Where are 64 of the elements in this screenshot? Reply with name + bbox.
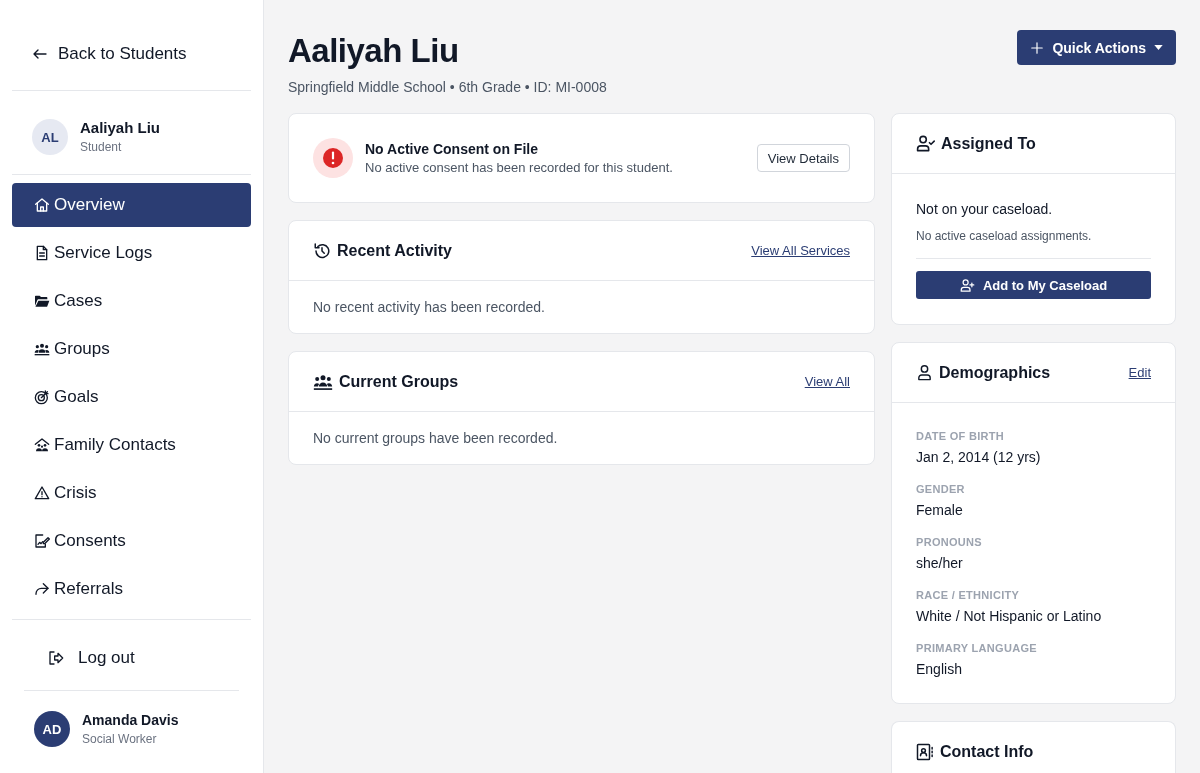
edit-link[interactable]: Edit [1128,364,1151,381]
empty-message: No current groups have been recorded. [313,430,558,446]
alert-message: No active consent has been recorded for this student. [365,158,673,177]
house-people-icon [34,437,50,453]
alert-icon [313,138,353,178]
card-title: Assigned To [941,133,1036,154]
nav-item[interactable]: Overview [12,183,251,227]
nav-item[interactable]: Service Logs [12,231,251,275]
user-avatar: AD [34,711,70,747]
back-link[interactable]: Back to Students [12,34,195,74]
contact-card-icon [916,742,934,761]
field-label: RACE / ETHNICITY [916,588,1020,602]
nav-item[interactable]: Groups [12,327,251,371]
field-value: Female [916,501,963,520]
view-all-link[interactable]: View All [804,373,850,390]
nav-item[interactable]: Goals [12,375,251,419]
warning-icon [34,485,50,501]
panel-title: Current Groups [339,371,459,392]
user-role: Social Worker [82,731,157,747]
user-icon [916,364,933,381]
nav-item[interactable]: Consents [12,519,251,563]
panel-title: Recent Activity [337,240,452,261]
page-subtitle: Springfield Middle School • 6th Grade • ID: MI-0008 [288,78,607,97]
nav-item[interactable]: Crisis [12,471,251,515]
field-label: PRONOUNS [916,535,982,549]
quick-actions-button[interactable]: Quick Actions [1017,30,1176,65]
logout-icon [48,650,64,666]
page-title: Aaliyah Liu [288,31,459,71]
logout-button[interactable]: Log out [36,636,145,680]
field-label: DATE OF BIRTH [916,429,1005,443]
field-label: GENDER [916,482,965,496]
caseload-note: No active caseload assignments. [916,228,1092,244]
view-details-button[interactable]: View Details [756,144,850,172]
user-check-icon [916,134,935,153]
people-icon [34,341,50,357]
document-icon [34,245,50,261]
home-icon [34,197,50,213]
field-value: Jan 2, 2014 (12 yrs) [916,448,1041,467]
field-value: White / Not Hispanic or Latino [916,607,1102,626]
user-plus-icon [959,277,975,293]
empty-message: No recent activity has been recorded. [313,299,545,315]
caseload-status: Not on your caseload. [916,200,1053,219]
student-avatar: AL [32,119,68,155]
add-to-caseload-button[interactable]: Add to My Caseload [916,271,1151,299]
view-all-link[interactable]: View All Services [751,242,850,259]
plus-icon [1030,40,1045,55]
student-name: Aaliyah Liu [80,119,161,137]
nav-item[interactable]: Referrals [12,567,251,611]
share-arrow-icon [34,581,50,597]
field-value: she/her [916,554,963,573]
history-icon [313,241,331,260]
nav-item[interactable]: Cases [12,279,251,323]
field-label: PRIMARY LANGUAGE [916,641,1037,655]
student-role: Student [80,140,122,155]
target-icon [34,389,50,405]
signed-document-icon [34,533,50,549]
card-title: Contact Info [940,741,1034,762]
caret-down-icon [1154,45,1163,50]
alert-title: No Active Consent on File [365,139,538,158]
folder-icon [34,293,50,309]
user-name: Amanda Davis [82,711,179,729]
field-value: English [916,660,962,679]
nav-item[interactable]: Family Contacts [12,423,251,467]
card-title: Demographics [939,362,1051,383]
